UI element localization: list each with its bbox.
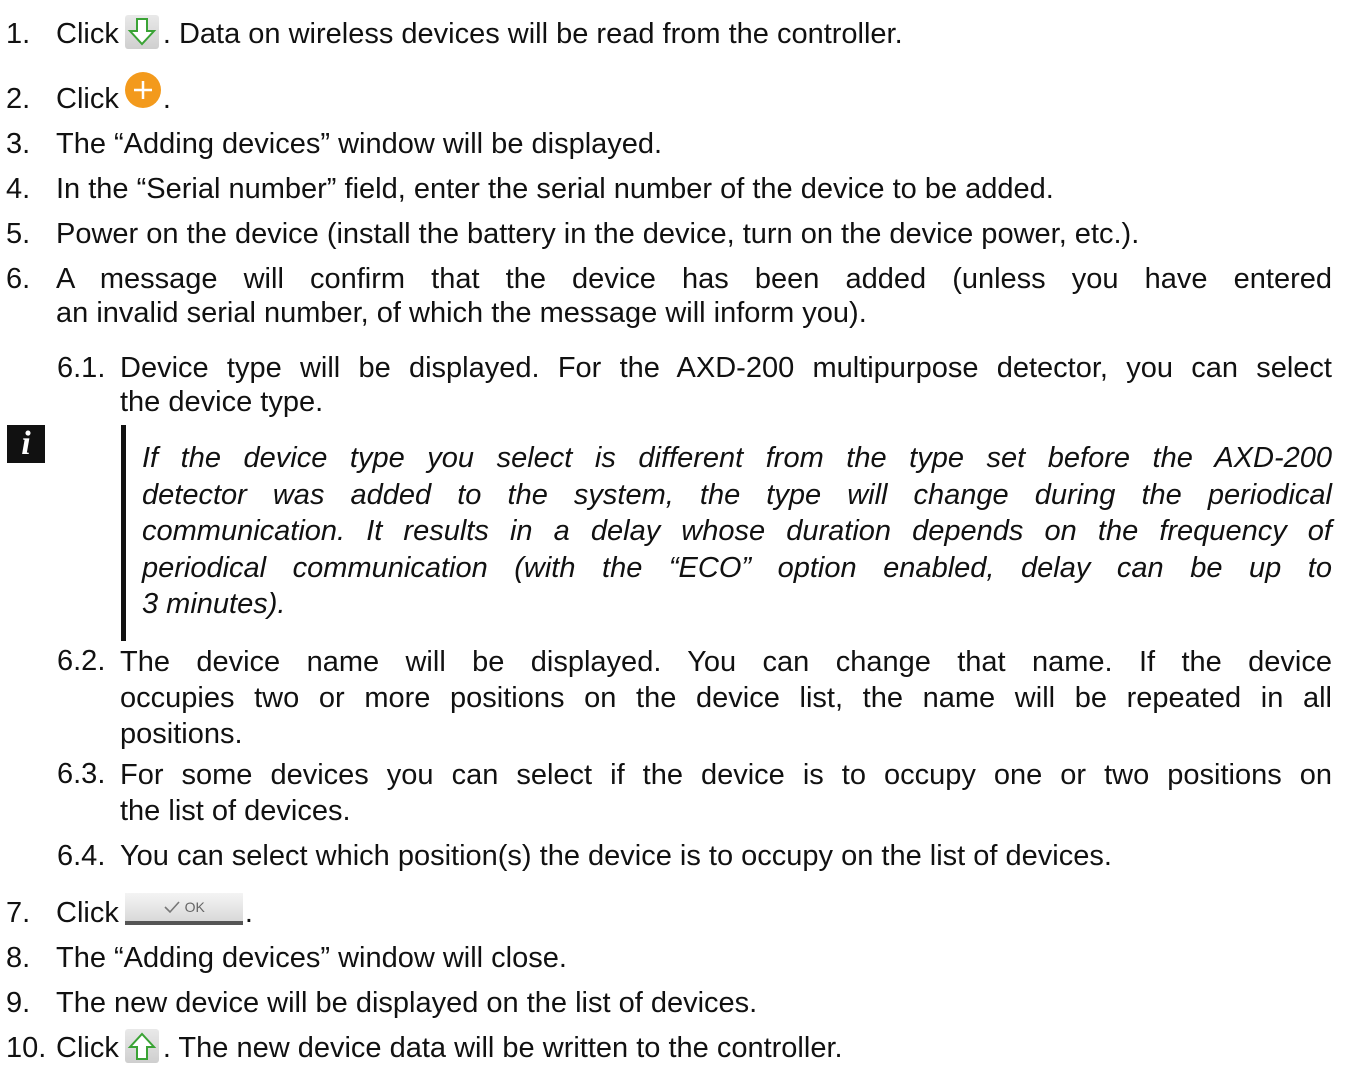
note-line: 3 minutes). — [142, 588, 286, 620]
substep-text-line: positions. — [120, 718, 243, 750]
step-number: 1. — [6, 18, 31, 50]
step-text: Click — [56, 1032, 119, 1064]
step-number: 2. — [6, 83, 31, 115]
note-divider — [121, 425, 126, 641]
info-icon: i — [7, 425, 45, 463]
step-text: Click — [56, 897, 119, 929]
substep-number: 6.4. — [57, 840, 106, 872]
substep-text-line: occupies two or more positions on the de… — [120, 682, 1332, 714]
substep-6-1-text: Device type will be displayed. For the A… — [120, 351, 1332, 419]
step-text-line: an invalid serial number, of which the m… — [56, 297, 867, 329]
step-text: The new device will be displayed on the … — [56, 987, 758, 1019]
substep-number: 6.1. — [57, 352, 106, 384]
substep-text-line: Device type will be displayed. For the A… — [120, 352, 1332, 384]
substep-text-line: For some devices you can select if the d… — [120, 759, 1332, 791]
ok-button-icon: OK — [124, 893, 243, 926]
substep-number: 6.3. — [57, 758, 106, 790]
step-text-line: A message will confirm that the device h… — [56, 263, 1332, 295]
step-number: 10. — [6, 1032, 47, 1064]
plus-circle-icon — [124, 72, 161, 109]
step-number: 4. — [6, 173, 31, 205]
step-number: 9. — [6, 987, 31, 1019]
step-text: Click — [56, 18, 119, 50]
step-text: In the “Serial number” field, enter the … — [56, 173, 1054, 205]
substep-text-line: the device type. — [120, 386, 324, 418]
step-6-text: A message will confirm that the device h… — [56, 262, 1332, 330]
step-text: . Data on wireless devices will be read … — [162, 18, 903, 50]
note-line: If the device type you select is differe… — [142, 442, 1332, 474]
step-text: The “Adding devices” window will close. — [56, 942, 567, 974]
read-from-controller-icon — [124, 15, 159, 50]
substep-text: You can select which position(s) the dev… — [120, 840, 1112, 872]
step-text: Power on the device (install the battery… — [56, 218, 1140, 250]
note-text: If the device type you select is differe… — [142, 440, 1332, 623]
step-text: . — [244, 897, 253, 929]
step-number: 7. — [6, 897, 31, 929]
step-number: 5. — [6, 218, 31, 250]
note-line: periodical communication (with the “ECO”… — [142, 551, 1332, 584]
step-number: 6. — [6, 263, 31, 295]
note-line: detector was added to the system, the ty… — [142, 478, 1332, 511]
step-text: . — [162, 83, 171, 115]
substep-6-2-text: The device name will be displayed. You c… — [120, 644, 1332, 752]
ok-label: OK — [184, 899, 205, 916]
step-text: Click — [56, 83, 119, 115]
write-to-controller-icon — [124, 1029, 159, 1064]
step-number: 3. — [6, 128, 31, 160]
substep-text-line: the list of devices. — [120, 795, 351, 827]
substep-text-line: The device name will be displayed. You c… — [120, 646, 1332, 678]
substep-number: 6.2. — [57, 645, 106, 677]
step-text: The “Adding devices” window will be disp… — [56, 128, 663, 160]
step-text: . The new device data will be written to… — [162, 1032, 843, 1064]
checkmark-icon — [163, 895, 181, 923]
substep-6-3-text: For some devices you can select if the d… — [120, 757, 1332, 829]
note-line: communication. It results in a delay who… — [142, 515, 1332, 547]
step-number: 8. — [6, 942, 31, 974]
